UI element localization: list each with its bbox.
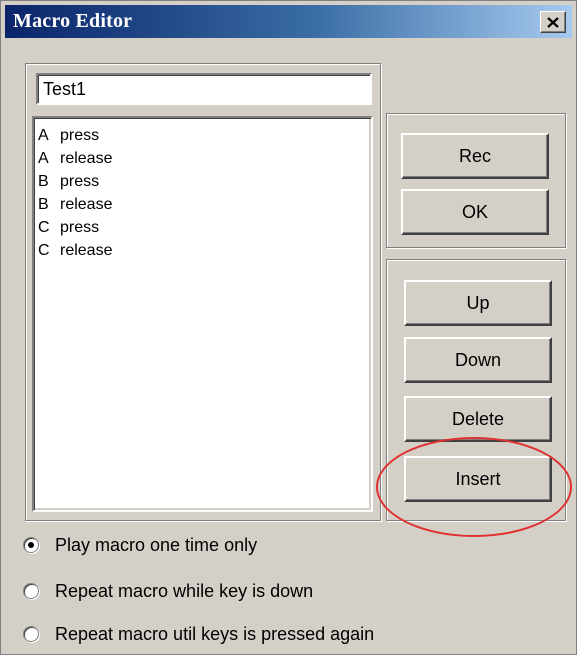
event-key: C: [38, 242, 50, 259]
repeat-while-down-option[interactable]: Repeat macro while key is down: [23, 577, 313, 605]
close-x-icon: [547, 16, 559, 28]
down-button[interactable]: Down: [404, 337, 552, 383]
list-item[interactable]: Cpress: [38, 216, 367, 239]
play-once-option[interactable]: Play macro one time only: [23, 531, 257, 559]
list-item[interactable]: Brelease: [38, 193, 367, 216]
list-item[interactable]: Crelease: [38, 239, 367, 262]
event-key: A: [38, 127, 49, 144]
title-bar[interactable]: Macro Editor: [5, 5, 572, 38]
list-item[interactable]: Bpress: [38, 170, 367, 193]
rec-button[interactable]: Rec: [401, 133, 549, 179]
event-key: A: [38, 150, 49, 167]
event-action: press: [60, 173, 100, 190]
event-key: C: [38, 219, 50, 236]
play-once-label: Play macro one time only: [55, 534, 258, 555]
repeat-until-pressed-label: Repeat macro util keys is pressed again: [55, 623, 375, 644]
list-item[interactable]: Apress: [38, 124, 367, 147]
repeat-while-down-label: Repeat macro while key is down: [55, 580, 314, 601]
event-action: release: [60, 150, 113, 167]
event-key: B: [38, 173, 49, 190]
up-button[interactable]: Up: [404, 280, 552, 326]
list-item[interactable]: Arelease: [38, 147, 367, 170]
event-key: B: [38, 196, 49, 213]
ok-button[interactable]: OK: [401, 189, 549, 235]
radio-selected-dot: [28, 542, 34, 548]
event-action: press: [60, 127, 100, 144]
delete-button[interactable]: Delete: [404, 396, 552, 442]
window-title: Macro Editor: [13, 10, 133, 32]
event-action: press: [60, 219, 100, 236]
radio-repeat-while-down[interactable]: [23, 583, 39, 599]
event-action: release: [60, 196, 113, 213]
repeat-until-pressed-option[interactable]: Repeat macro util keys is pressed again: [23, 620, 374, 648]
insert-button[interactable]: Insert: [404, 456, 552, 502]
radio-play-once[interactable]: [23, 537, 39, 553]
close-button[interactable]: [540, 11, 566, 33]
radio-repeat-until-pressed[interactable]: [23, 626, 39, 642]
macro-events-list[interactable]: Apress Arelease Bpress Brelease Cpress C…: [32, 116, 373, 512]
event-action: release: [60, 242, 113, 259]
macro-editor-window: Macro Editor Apress Arelease Bpress Brel…: [0, 0, 577, 655]
macro-name-input[interactable]: [36, 73, 372, 105]
